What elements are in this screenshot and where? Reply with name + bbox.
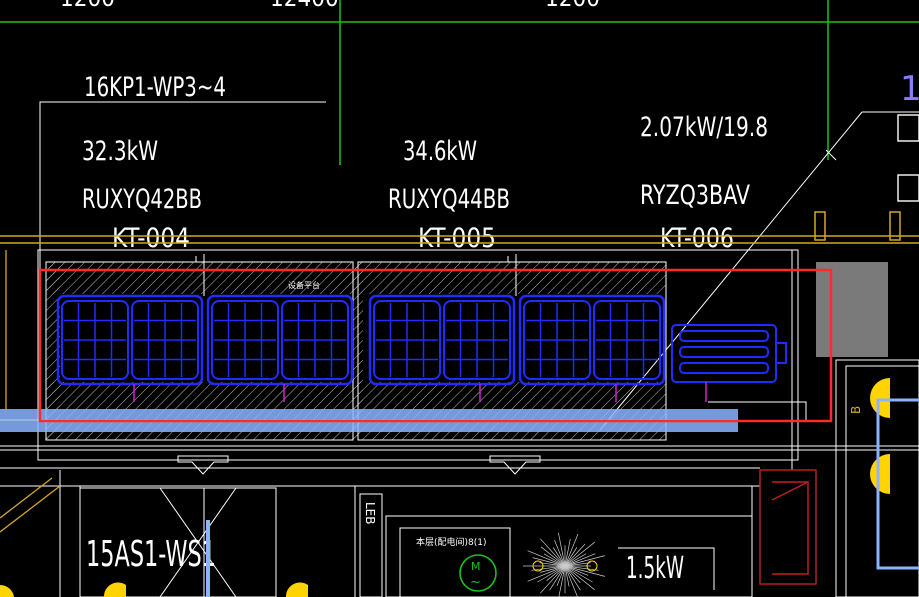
arrow-down-icon	[177, 455, 541, 475]
unit-1-model: RUXYQ42BB	[82, 184, 202, 215]
dim-text-3: 1200	[545, 0, 600, 12]
side-code-text: 15	[900, 69, 919, 109]
left-unit-label: LEB	[363, 502, 377, 525]
unit-2-power: 34.6kW	[403, 136, 477, 167]
lower-note: 本层(配电间)8(1)	[416, 536, 487, 548]
unit-1-tag: KT-004	[112, 223, 190, 254]
unit-1-power: 32.3kW	[82, 136, 158, 167]
fan-ray	[564, 565, 593, 583]
unit-3-power: 2.07kW/19.8	[640, 112, 768, 143]
svg-text:~: ~	[470, 575, 481, 590]
unit-3-model: RYZQ3BAV	[640, 180, 750, 211]
lamp-icon	[285, 582, 308, 597]
fan-ray	[564, 553, 587, 567]
lamp-icon	[103, 582, 126, 597]
lamp-icon	[0, 584, 14, 597]
fan-ray	[564, 565, 581, 584]
fan-ray	[540, 538, 566, 567]
cad-drawing-canvas[interactable]: 1200 12400 1200 16KP1-WP3~4 32.3kW RUXYQ…	[0, 0, 919, 597]
fan-ray	[543, 553, 566, 567]
lamp-icon	[870, 378, 890, 418]
platform-label: 设备平台	[288, 280, 320, 290]
fan-ray	[537, 565, 566, 583]
unit-2-tag: KT-005	[418, 223, 496, 254]
unit-3-tag: KT-006	[660, 223, 734, 254]
unit-2-model: RUXYQ44BB	[388, 184, 510, 215]
dim-text-2: 12400	[270, 0, 339, 12]
panel-label: 15AS1-WS1	[86, 534, 216, 575]
gray-equipment-block	[816, 262, 888, 357]
side-glyph-2	[897, 174, 919, 202]
lamp-icon	[870, 454, 890, 494]
circuit-label: 16KP1-WP3~4	[84, 72, 226, 103]
side-glyph-1	[897, 114, 919, 142]
fan-icon	[523, 532, 605, 597]
fan-ray	[564, 543, 586, 567]
unit-kt006-icon[interactable]	[671, 324, 787, 402]
dim-text-1: 1200	[60, 0, 115, 12]
fan-ray	[540, 565, 566, 594]
red-cabinet	[759, 469, 817, 585]
circuit-leader-line	[39, 101, 326, 112]
svg-text:M: M	[471, 560, 481, 573]
vertical-b-label: B	[849, 406, 863, 414]
motor-circle-icon: M ~	[459, 554, 497, 592]
lower-power-label: 1.5kW	[626, 551, 684, 586]
